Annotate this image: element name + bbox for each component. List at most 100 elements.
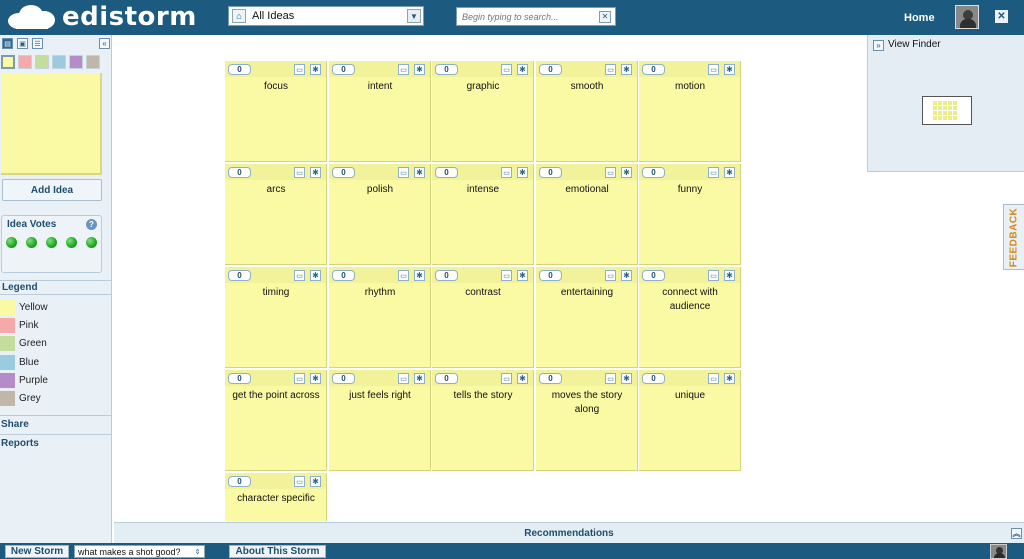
idea-note[interactable]: 0 ▭ ✱ timing [225, 267, 327, 368]
about-storm-button[interactable]: About This Storm [229, 545, 326, 558]
comment-icon[interactable]: ▭ [294, 270, 305, 281]
idea-note[interactable]: 0 ▭ ✱ contrast [432, 267, 534, 368]
comment-icon[interactable]: ▭ [501, 373, 512, 384]
comment-icon[interactable]: ▭ [501, 167, 512, 178]
view-finder-viewport[interactable] [922, 96, 972, 125]
gear-icon[interactable]: ✱ [621, 270, 632, 281]
color-swatch[interactable] [18, 55, 32, 69]
add-idea-button[interactable]: Add Idea [2, 179, 102, 201]
gear-icon[interactable]: ✱ [621, 64, 632, 75]
gear-icon[interactable]: ✱ [310, 167, 321, 178]
idea-note[interactable]: 0 ▭ ✱ arcs [225, 164, 327, 265]
comment-icon[interactable]: ▭ [294, 64, 305, 75]
vote-count-badge[interactable]: 0 [332, 270, 355, 281]
vote-count-badge[interactable]: 0 [228, 476, 251, 487]
gear-icon[interactable]: ✱ [724, 64, 735, 75]
gear-icon[interactable]: ✱ [621, 373, 632, 384]
idea-note[interactable]: 0 ▭ ✱ character specific [225, 473, 327, 521]
gear-icon[interactable]: ✱ [310, 476, 321, 487]
legend-title[interactable]: Legend [0, 280, 111, 295]
comment-icon[interactable]: ▭ [501, 270, 512, 281]
vote-count-badge[interactable]: 0 [332, 373, 355, 384]
idea-note[interactable]: 0 ▭ ✱ unique [639, 370, 741, 471]
gear-icon[interactable]: ✱ [414, 270, 425, 281]
home-link[interactable]: Home [904, 12, 935, 24]
idea-note[interactable]: 0 ▭ ✱ just feels right [329, 370, 431, 471]
new-idea-note[interactable] [1, 73, 102, 175]
gear-icon[interactable]: ✱ [724, 167, 735, 178]
idea-note[interactable]: 0 ▭ ✱ intense [432, 164, 534, 265]
vote-count-badge[interactable]: 0 [435, 270, 458, 281]
gear-icon[interactable]: ✱ [414, 167, 425, 178]
idea-note[interactable]: 0 ▭ ✱ entertaining [536, 267, 638, 368]
expand-icon[interactable]: » [873, 40, 884, 51]
search-input[interactable] [457, 8, 599, 25]
vote-count-badge[interactable]: 0 [228, 167, 251, 178]
vote-token-icon[interactable] [6, 237, 17, 248]
legend-item[interactable]: Grey [0, 389, 48, 407]
idea-note[interactable]: 0 ▭ ✱ moves the story along [536, 370, 638, 471]
vote-count-badge[interactable]: 0 [435, 373, 458, 384]
vote-count-badge[interactable]: 0 [228, 64, 251, 75]
image-tool-icon[interactable]: ▣ [17, 38, 28, 49]
color-swatch[interactable] [1, 55, 15, 69]
idea-note[interactable]: 0 ▭ ✱ motion [639, 61, 741, 162]
ideas-filter-select[interactable]: ⌂ All Ideas ▼ [228, 6, 424, 26]
idea-note[interactable]: 0 ▭ ✱ smooth [536, 61, 638, 162]
comment-icon[interactable]: ▭ [708, 270, 719, 281]
feedback-tab[interactable]: FEEDBACK [1003, 204, 1024, 270]
idea-note[interactable]: 0 ▭ ✱ polish [329, 164, 431, 265]
idea-note[interactable]: 0 ▭ ✱ emotional [536, 164, 638, 265]
legend-item[interactable]: Blue [0, 353, 48, 371]
reports-section[interactable]: Reports [0, 434, 111, 452]
comment-icon[interactable]: ▭ [294, 167, 305, 178]
idea-note[interactable]: 0 ▭ ✱ intent [329, 61, 431, 162]
vote-token-icon[interactable] [66, 237, 77, 248]
comment-icon[interactable]: ▭ [398, 167, 409, 178]
avatar[interactable] [955, 5, 979, 29]
legend-item[interactable]: Pink [0, 316, 48, 334]
vote-count-badge[interactable]: 0 [332, 167, 355, 178]
comment-icon[interactable]: ▭ [605, 64, 616, 75]
gear-icon[interactable]: ✱ [310, 64, 321, 75]
gear-icon[interactable]: ✱ [517, 167, 528, 178]
legend-item[interactable]: Purple [0, 371, 48, 389]
comment-icon[interactable]: ▭ [398, 64, 409, 75]
color-swatch[interactable] [52, 55, 66, 69]
comment-icon[interactable]: ▭ [398, 270, 409, 281]
gear-icon[interactable]: ✱ [414, 64, 425, 75]
vote-count-badge[interactable]: 0 [539, 270, 562, 281]
comment-icon[interactable]: ▭ [605, 373, 616, 384]
comment-icon[interactable]: ▭ [708, 167, 719, 178]
idea-note[interactable]: 0 ▭ ✱ focus [225, 61, 327, 162]
vote-token-icon[interactable] [46, 237, 57, 248]
color-swatch[interactable] [35, 55, 49, 69]
new-storm-button[interactable]: New Storm [5, 545, 69, 558]
comment-icon[interactable]: ▭ [294, 373, 305, 384]
gear-icon[interactable]: ✱ [724, 373, 735, 384]
user-avatar[interactable] [990, 544, 1007, 559]
close-icon[interactable]: ✕ [995, 10, 1008, 23]
comment-icon[interactable]: ▭ [605, 270, 616, 281]
comment-icon[interactable]: ▭ [398, 373, 409, 384]
vote-token-icon[interactable] [26, 237, 37, 248]
idea-note[interactable]: 0 ▭ ✱ get the point across [225, 370, 327, 471]
vote-count-badge[interactable]: 0 [539, 64, 562, 75]
vote-count-badge[interactable]: 0 [642, 270, 665, 281]
vote-count-badge[interactable]: 0 [228, 373, 251, 384]
color-swatch[interactable] [69, 55, 83, 69]
idea-note[interactable]: 0 ▭ ✱ funny [639, 164, 741, 265]
idea-note[interactable]: 0 ▭ ✱ graphic [432, 61, 534, 162]
comment-icon[interactable]: ▭ [501, 64, 512, 75]
idea-note[interactable]: 0 ▭ ✱ connect with audience [639, 267, 741, 368]
vote-token-icon[interactable] [86, 237, 97, 248]
idea-note[interactable]: 0 ▭ ✱ rhythm [329, 267, 431, 368]
gear-icon[interactable]: ✱ [724, 270, 735, 281]
vote-count-badge[interactable]: 0 [332, 64, 355, 75]
help-icon[interactable]: ? [86, 219, 97, 230]
comment-icon[interactable]: ▭ [294, 476, 305, 487]
legend-item[interactable]: Green [0, 335, 48, 353]
gear-icon[interactable]: ✱ [517, 64, 528, 75]
idea-note[interactable]: 0 ▭ ✱ tells the story [432, 370, 534, 471]
list-tool-icon[interactable]: ☰ [32, 38, 43, 49]
